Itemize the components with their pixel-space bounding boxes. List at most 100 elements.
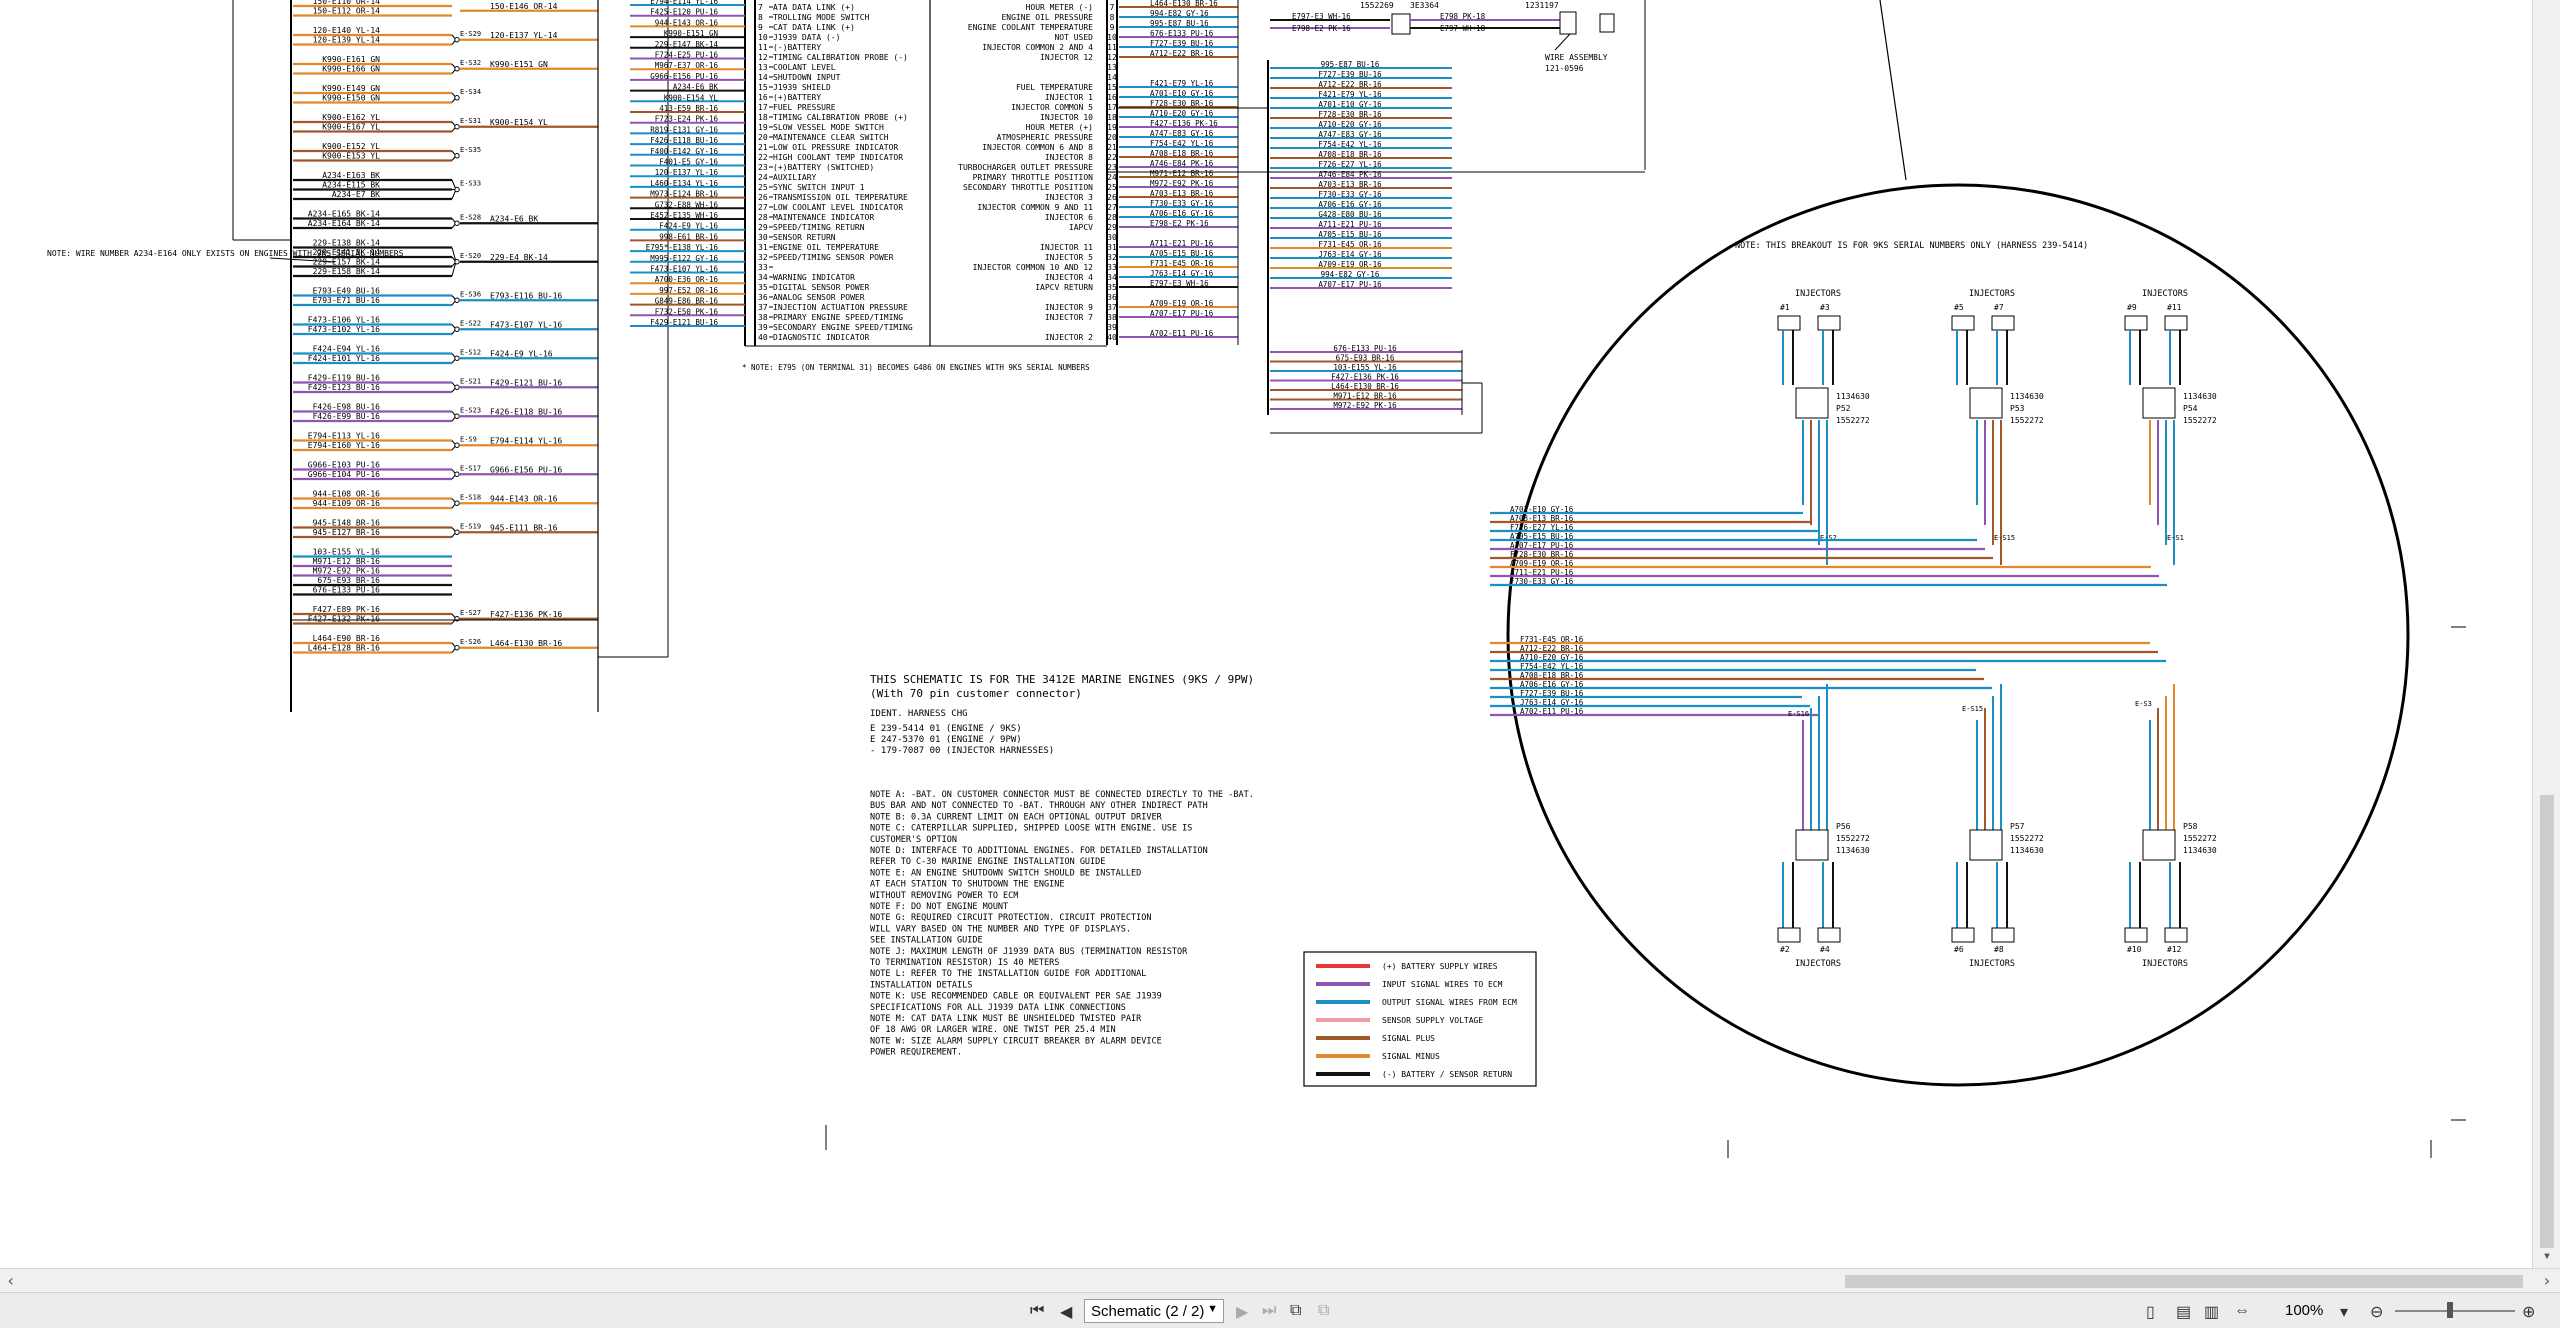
connector-wire-label: F426-E118 BU-16 bbox=[650, 136, 718, 145]
terminal-label: CAT DATA LINK (+) bbox=[773, 23, 855, 32]
scroll-right-arrow-icon[interactable]: › bbox=[2542, 1271, 2552, 1290]
zoom-in-icon[interactable]: ⊕ bbox=[2522, 1302, 2535, 1322]
terminal-label: DIGITAL SENSOR POWER bbox=[773, 283, 870, 292]
splice-label: E-S15 bbox=[1962, 705, 1983, 713]
wire-label: K990-E161 GN bbox=[322, 55, 380, 64]
vertical-scrollbar[interactable]: ▾ bbox=[2532, 0, 2560, 1268]
output-wire-label: F473-E107 YL-16 bbox=[490, 320, 562, 329]
list-wire-label: 995-E87 BU-16 bbox=[1321, 60, 1380, 69]
scroll-down-arrow-icon[interactable]: ▾ bbox=[2533, 1248, 2560, 1264]
copy-view-icon[interactable]: ⧉ bbox=[1290, 1302, 1301, 1320]
horizontal-scrollbar[interactable]: ‹ › bbox=[0, 1268, 2560, 1292]
terminal-number: 8 bbox=[758, 13, 763, 22]
ecm-wire-label: F728-E30 BR-16 bbox=[1150, 99, 1214, 108]
splice-label: E-S34 bbox=[460, 88, 481, 96]
injector-number: #1 bbox=[1780, 303, 1790, 312]
splice-label: E-S17 bbox=[460, 464, 481, 472]
first-page-icon[interactable]: ⏮ bbox=[1030, 1302, 1044, 1320]
fit-width-icon[interactable]: ⇔ bbox=[2234, 1302, 2250, 1320]
zoom-slider-thumb[interactable] bbox=[2447, 1302, 2453, 1318]
output-wire-label: K900-E154 YL bbox=[490, 118, 548, 127]
splice-node bbox=[454, 153, 460, 159]
splice-label: E-S19 bbox=[460, 522, 481, 530]
terminal-label: MAINTENANCE CLEAR SWITCH bbox=[773, 133, 889, 142]
connector-wire-label: 944-E143 OR-16 bbox=[655, 18, 719, 27]
plug-part-number: 1134630 bbox=[1836, 392, 1870, 401]
last-page-icon[interactable]: ⏭ bbox=[1262, 1302, 1276, 1320]
iapcv-wire-label: E797 WH-18 bbox=[1440, 24, 1486, 33]
terminal-number: 26 bbox=[758, 193, 768, 202]
facing-pages-view-icon[interactable]: ▥ bbox=[2204, 1302, 2219, 1322]
zoom-level[interactable]: 100% bbox=[2285, 1302, 2323, 1319]
iapcv-solenoid bbox=[1599, 13, 1615, 33]
schematic-note: OF 18 AWG OR LARGER WIRE. ONE TWIST PER … bbox=[870, 1025, 1116, 1035]
wire-label: 229-E158 BK-14 bbox=[313, 267, 381, 276]
ecm-terminal-number: 20 bbox=[1107, 133, 1117, 142]
terminal-number: 17 bbox=[758, 103, 768, 112]
ecm-wire-label: A712-E22 BR-16 bbox=[1150, 49, 1214, 58]
ecm-terminal-label: INJECTOR 10 bbox=[1040, 113, 1093, 122]
zoom-slider[interactable] bbox=[2395, 1310, 2515, 1312]
wire-label: L464-E90 BR-16 bbox=[313, 634, 381, 643]
schematic-note: WITHOUT REMOVING POWER TO ECM bbox=[870, 891, 1018, 901]
injector-group-title: INJECTORS bbox=[1969, 959, 2015, 969]
wire-label: F473-E106 YL-16 bbox=[308, 316, 380, 325]
wire-label: K900-E162 YL bbox=[322, 113, 380, 122]
wire-label: K900-E152 YL bbox=[322, 142, 380, 151]
schematic-note: NOTE G: REQUIRED CIRCUIT PROTECTION. CIR… bbox=[870, 913, 1151, 923]
wire-label: 120-E139 YL-14 bbox=[313, 36, 381, 45]
ecm-terminal-number: 34 bbox=[1107, 273, 1117, 282]
wire-note: NOTE: WIRE NUMBER A234-E164 ONLY EXISTS … bbox=[47, 249, 404, 258]
terminal-number: 18 bbox=[758, 113, 768, 122]
injector-number: #12 bbox=[2167, 945, 2182, 954]
terminal-number: 22 bbox=[758, 153, 768, 162]
plug-part-number: 1552272 bbox=[2183, 416, 2217, 425]
schematic-note: TO TERMINATION RESISTOR) IS 40 METERS bbox=[870, 958, 1059, 968]
list-wire-label: A707-E17 PU-16 bbox=[1318, 280, 1382, 289]
wire-assembly-part-number: 121-0596 bbox=[1545, 64, 1584, 73]
wire-label: 945-E148 BR-16 bbox=[313, 519, 381, 528]
list-wire-label: F731-E45 OR-16 bbox=[1318, 240, 1382, 249]
horizontal-scroll-thumb[interactable] bbox=[1845, 1275, 2523, 1288]
ecm-terminal-number: 24 bbox=[1107, 173, 1117, 182]
connector-wire-label: E795*-E138 YL-16 bbox=[646, 243, 719, 252]
continuous-view-icon[interactable]: ▤ bbox=[2176, 1302, 2191, 1322]
terminal-number: 16 bbox=[758, 93, 768, 102]
vertical-scroll-thumb[interactable] bbox=[2540, 795, 2554, 1248]
ecm-wire-label: E797-E3 WH-16 bbox=[1150, 279, 1209, 288]
ecm-terminal-number: 40 bbox=[1107, 333, 1117, 342]
scroll-left-arrow-icon[interactable]: ‹ bbox=[6, 1271, 16, 1290]
single-page-view-icon[interactable]: ▯ bbox=[2146, 1302, 2155, 1322]
ecm-terminal-label: INJECTOR 12 bbox=[1040, 53, 1093, 62]
connector-wire-label: G732-E88 WH-16 bbox=[655, 200, 719, 209]
zoom-dropdown-icon[interactable]: ▾ bbox=[2340, 1302, 2348, 1322]
terminal-number: 11 bbox=[758, 43, 768, 52]
terminal-number: 31 bbox=[758, 243, 768, 252]
paste-view-icon[interactable]: ⧉ bbox=[1318, 1302, 1329, 1320]
connector-wire-label: M967-E37 OR-16 bbox=[655, 61, 719, 70]
previous-page-icon[interactable]: ◀ bbox=[1060, 1302, 1072, 1322]
output-wire-label: F429-E121 BU-16 bbox=[490, 378, 562, 387]
output-wire-label: A234-E6 BK bbox=[490, 214, 538, 223]
connector-wire-label: 413-E59 BR-16 bbox=[659, 104, 718, 113]
ecm-terminal-number: 36 bbox=[1107, 293, 1117, 302]
connector-wire-label: F724-E25 PU-16 bbox=[655, 51, 719, 60]
list-wire-label: F421-E79 YL-16 bbox=[1318, 90, 1382, 99]
terminal-label: TIMING CALIBRATION PROBE (+) bbox=[773, 113, 908, 122]
splice-node bbox=[454, 124, 460, 130]
zoom-out-icon[interactable]: ⊖ bbox=[2370, 1302, 2383, 1322]
schematic-note: NOTE A: -BAT. ON CUSTOMER CONNECTOR MUST… bbox=[870, 790, 1254, 800]
terminal-label: COOLANT LEVEL bbox=[773, 63, 836, 72]
ecm-terminal-number: 30 bbox=[1107, 233, 1117, 242]
terminal-label: AUXILIARY bbox=[773, 173, 817, 182]
splice-node bbox=[454, 37, 460, 43]
plug-part-number: 1134630 bbox=[2183, 846, 2217, 855]
next-page-icon[interactable]: ▶ bbox=[1236, 1302, 1248, 1322]
injector-group-title: INJECTORS bbox=[1795, 959, 1841, 969]
page-selector[interactable]: Schematic (2 / 2) ▼ bbox=[1084, 1299, 1224, 1323]
ecm-terminal-number: 26 bbox=[1107, 193, 1117, 202]
terminal-label: SPEED/TIMING RETURN bbox=[773, 223, 865, 232]
wire-label: A234-E164 BK-14 bbox=[308, 219, 380, 228]
injector-group-title: INJECTORS bbox=[2142, 289, 2188, 299]
terminal-label: ENGINE OIL TEMPERATURE bbox=[773, 243, 879, 252]
